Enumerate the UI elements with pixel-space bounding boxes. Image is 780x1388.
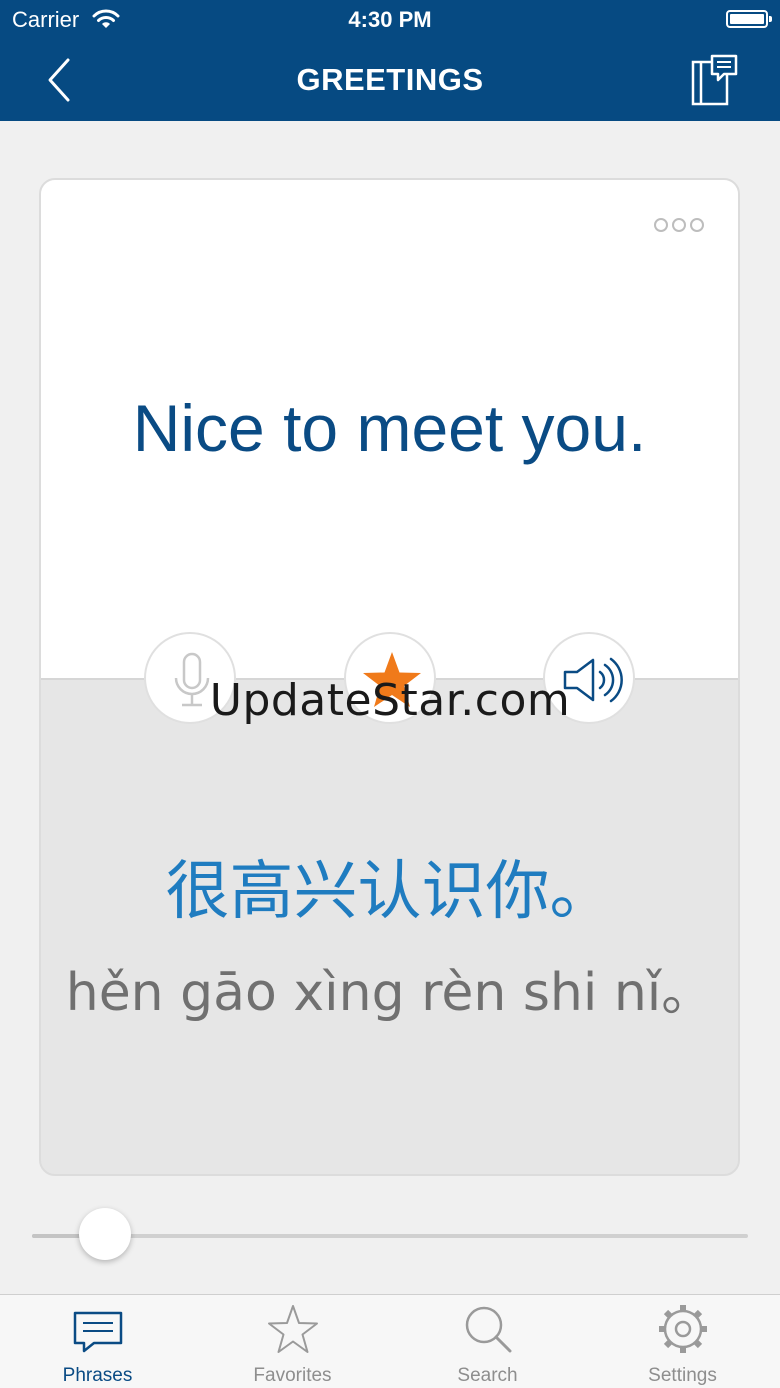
magnifier-icon xyxy=(465,1306,512,1353)
translation-romanized: hěn gāo xìng rèn shi nǐ。 xyxy=(65,963,714,1023)
gear-icon xyxy=(659,1305,707,1353)
tab-label: Favorites xyxy=(253,1365,332,1386)
watermark: UpdateStar.com xyxy=(209,675,571,726)
more-dot-icon xyxy=(654,218,668,232)
tab-favorites[interactable]: Favorites xyxy=(195,1295,390,1388)
tab-settings[interactable]: Settings xyxy=(585,1295,780,1388)
nav-bar: GREETINGS xyxy=(0,40,780,121)
status-time: 4:30 PM xyxy=(348,7,432,32)
phrase-card-top: Nice to meet you. xyxy=(41,180,738,680)
battery-icon xyxy=(726,10,772,28)
page-title: GREETINGS xyxy=(296,62,484,97)
notebook-icon xyxy=(691,54,738,106)
more-options-button[interactable] xyxy=(654,218,704,232)
speech-bubble-icon xyxy=(73,1311,123,1353)
tab-search[interactable]: Search xyxy=(390,1295,585,1388)
status-bar: Carrier 4:30 PM xyxy=(0,0,780,40)
tab-phrases[interactable]: Phrases xyxy=(0,1295,195,1388)
phrase-slider-track[interactable] xyxy=(32,1234,748,1238)
phrase-slider-thumb[interactable] xyxy=(78,1208,131,1260)
notes-button[interactable] xyxy=(690,54,740,108)
tab-label: Phrases xyxy=(62,1365,133,1386)
more-dot-icon xyxy=(690,218,704,232)
tab-label: Search xyxy=(457,1365,518,1386)
tab-label: Settings xyxy=(648,1365,717,1386)
more-dot-icon xyxy=(672,218,686,232)
phrase-text: Nice to meet you. xyxy=(132,391,647,465)
translation-native: 很高兴认识你。 xyxy=(165,855,614,929)
star-icon xyxy=(268,1305,318,1353)
tab-bar: Phrases Favorites Search Settings xyxy=(0,1294,780,1388)
